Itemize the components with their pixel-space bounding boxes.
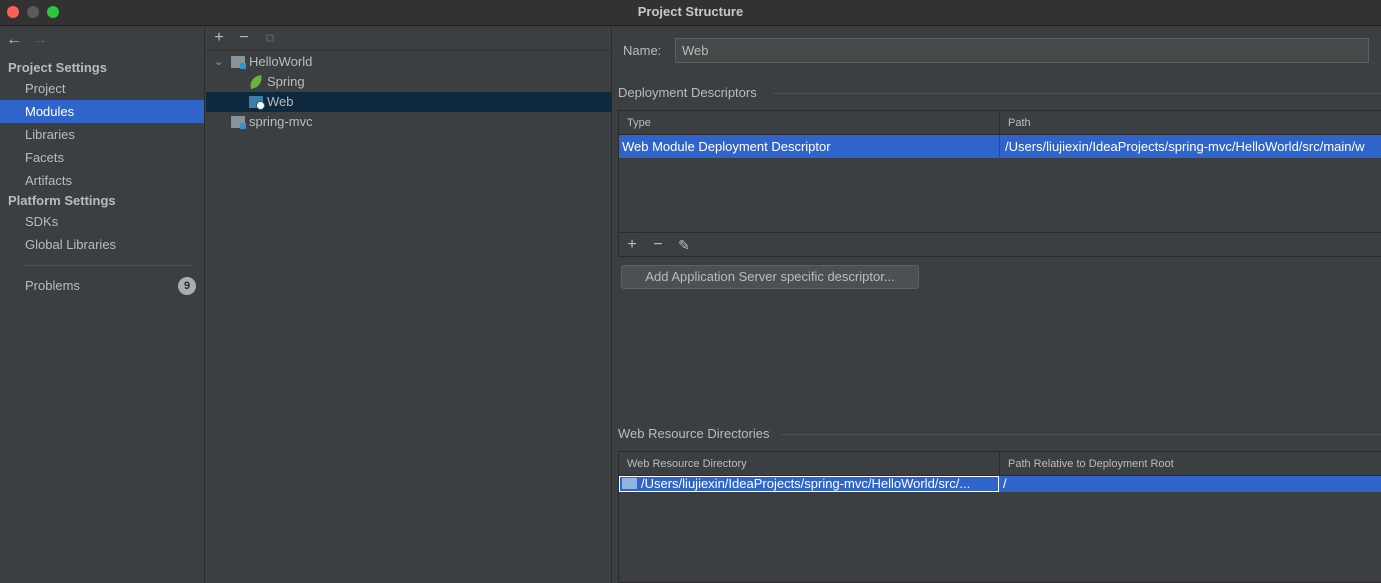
web-resource-directories-table: Web Resource Directory Path Relative to … (618, 451, 1381, 583)
group-divider (773, 93, 1381, 94)
module-folder-icon (231, 116, 246, 129)
platform-settings-header: Platform Settings (8, 193, 116, 208)
column-header-web-resource-directory[interactable]: Web Resource Directory (619, 452, 999, 476)
nav-item-label: Modules (25, 104, 75, 119)
nav-item-modules[interactable]: Modules (0, 100, 204, 123)
folder-icon (622, 478, 637, 489)
nav-item-libraries[interactable]: Libraries (0, 123, 204, 146)
tree-node-spring[interactable]: Spring (206, 72, 612, 92)
name-input[interactable]: Web (675, 38, 1369, 63)
web-facet-icon (249, 96, 265, 110)
project-settings-header: Project Settings (8, 60, 107, 75)
tree-node-helloworld[interactable]: ⌄ HelloWorld (206, 52, 612, 72)
copy-icon[interactable]: ⧉ (260, 28, 280, 48)
tree-node-label: spring-mvc (249, 114, 313, 129)
tree-node-spring-mvc[interactable]: spring-mvc (206, 112, 612, 132)
column-header-path[interactable]: Path (999, 111, 1381, 135)
nav-item-global-libraries[interactable]: Global Libraries (0, 233, 204, 256)
settings-nav: ← → Project Settings Project Modules Lib… (0, 27, 205, 583)
spring-leaf-icon (247, 74, 265, 90)
module-tree-panel: + − ⧉ ⌄ HelloWorld Spring Web spring-mvc (206, 27, 612, 583)
name-label: Name: (623, 43, 662, 58)
tree-node-label: HelloWorld (249, 54, 313, 69)
chevron-down-icon[interactable]: ⌄ (214, 52, 223, 72)
descriptor-path-cell: /Users/liujiexin/IdeaProjects/spring-mvc… (1005, 139, 1365, 154)
nav-item-label: Problems (25, 278, 80, 293)
nav-item-project[interactable]: Project (0, 77, 204, 100)
nav-item-label: Artifacts (25, 173, 72, 188)
tree-node-label: Spring (267, 74, 305, 89)
web-resource-directories-title: Web Resource Directories (618, 426, 770, 441)
nav-item-sdks[interactable]: SDKs (0, 210, 204, 233)
nav-item-label: Libraries (25, 127, 75, 142)
group-divider (781, 434, 1381, 435)
module-folder-icon (231, 56, 246, 69)
nav-item-label: Global Libraries (25, 237, 117, 252)
web-resource-directory-cell: /Users/liujiexin/IdeaProjects/spring-mvc… (641, 476, 971, 491)
add-icon[interactable]: + (209, 28, 229, 48)
table-row[interactable]: Web Module Deployment Descriptor /Users/… (619, 135, 1381, 158)
column-header-relative-path[interactable]: Path Relative to Deployment Root (999, 452, 1381, 476)
edit-pencil-icon[interactable]: ✎ (674, 235, 694, 255)
descriptor-toolbar: + − ✎ (619, 232, 1381, 256)
nav-item-label: SDKs (25, 214, 59, 229)
table-header: Type Path (619, 111, 1381, 135)
tree-node-web[interactable]: Web (206, 92, 612, 112)
column-header-type[interactable]: Type (619, 111, 999, 135)
project-structure-dialog: Project Structure ← → Project Settings P… (0, 0, 1381, 583)
table-header: Web Resource Directory Path Relative to … (619, 452, 1381, 476)
title-bar: Project Structure (0, 0, 1381, 26)
deployment-descriptors-title: Deployment Descriptors (618, 85, 757, 100)
facet-details-panel: Name: Web Deployment Descriptors Type Pa… (613, 27, 1381, 583)
remove-icon[interactable]: − (234, 28, 254, 48)
back-arrow-icon[interactable]: ← (6, 31, 22, 49)
add-icon[interactable]: + (622, 235, 642, 255)
table-row[interactable]: /Users/liujiexin/IdeaProjects/spring-mvc… (619, 476, 1381, 492)
tree-toolbar: + − ⧉ (206, 27, 612, 51)
problems-count-badge: 9 (178, 277, 196, 295)
window-title: Project Structure (637, 4, 744, 19)
remove-icon[interactable]: − (648, 235, 668, 255)
nav-item-label: Project (25, 81, 66, 96)
nav-divider (25, 265, 191, 266)
add-server-descriptor-button[interactable]: Add Application Server specific descript… (621, 265, 919, 289)
relative-path-cell: / (1003, 476, 1007, 491)
tree-node-label: Web (267, 94, 294, 109)
forward-arrow-icon[interactable]: → (32, 31, 48, 49)
nav-item-label: Facets (25, 150, 65, 165)
deployment-descriptors-table: Type Path Web Module Deployment Descript… (618, 110, 1381, 257)
cell-divider (999, 135, 1000, 158)
nav-item-facets[interactable]: Facets (0, 146, 204, 169)
nav-item-artifacts[interactable]: Artifacts (0, 169, 204, 192)
nav-item-problems[interactable]: Problems 9 (0, 274, 204, 297)
descriptor-type-cell: Web Module Deployment Descriptor (622, 139, 831, 154)
